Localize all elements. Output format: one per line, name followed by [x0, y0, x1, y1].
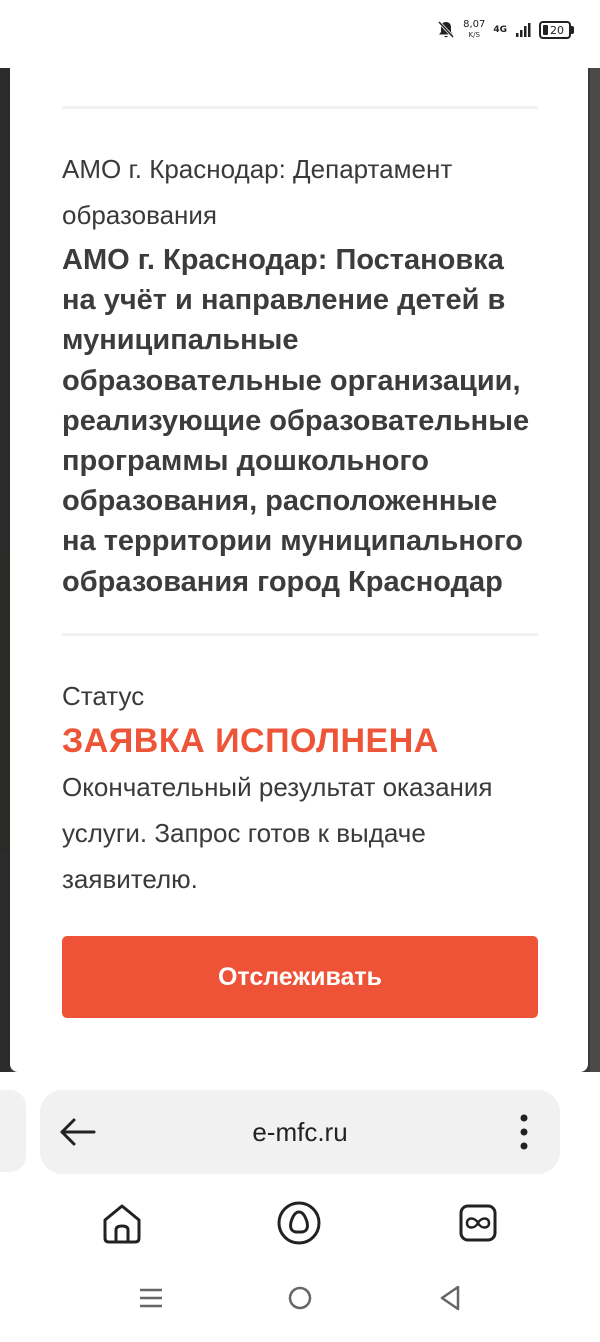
battery-icon: 20	[539, 21, 571, 39]
status-icons: 8,07 K/S 4G 20	[437, 20, 574, 40]
alice-icon[interactable]	[276, 1200, 322, 1246]
divider-middle	[62, 633, 538, 636]
status-bar: 8,07 K/S 4G 20	[0, 0, 600, 68]
network-speed: 8,07 K/S	[463, 20, 485, 40]
track-button[interactable]: Отслеживать	[62, 936, 538, 1018]
speed-value: 8,07	[463, 19, 486, 30]
background-left	[0, 68, 10, 1072]
battery-indicator: 20	[539, 21, 574, 39]
more-vertical-icon[interactable]	[516, 1112, 532, 1152]
department-name: АМО г. Краснодар: Департамент образовани…	[62, 154, 453, 230]
home-icon[interactable]	[99, 1200, 145, 1246]
notifications-muted-icon	[437, 20, 455, 39]
menu-icon[interactable]	[135, 1282, 167, 1314]
signal-icon	[516, 23, 531, 37]
status-value: ЗАЯВКА ИСПОЛНЕНА	[62, 722, 439, 760]
address-bar[interactable]: e-mfc.ru	[40, 1090, 560, 1174]
tabs-icon[interactable]	[455, 1200, 501, 1246]
background-right	[590, 68, 600, 1072]
system-navigation	[0, 1282, 600, 1332]
url-text[interactable]: e-mfc.ru	[40, 1090, 560, 1174]
battery-level: 20	[550, 23, 564, 37]
previous-tab-edge[interactable]	[0, 1090, 26, 1172]
status-description: Окончательный результат оказания услуги.…	[62, 772, 493, 894]
network-type: 4G	[493, 25, 507, 35]
application-card: АМО г. Краснодар: Департамент образовани…	[10, 68, 588, 1072]
service-title: АМО г. Краснодар: Постановка на учёт и н…	[62, 244, 530, 598]
status-label: Статус	[62, 681, 145, 711]
browser-nav-row	[0, 1200, 600, 1250]
home-circle-icon[interactable]	[284, 1282, 316, 1314]
speed-unit: K/S	[468, 31, 480, 39]
browser-controls: e-mfc.ru	[0, 1072, 600, 1342]
divider-top	[62, 106, 538, 109]
back-triangle-icon[interactable]	[434, 1282, 466, 1314]
